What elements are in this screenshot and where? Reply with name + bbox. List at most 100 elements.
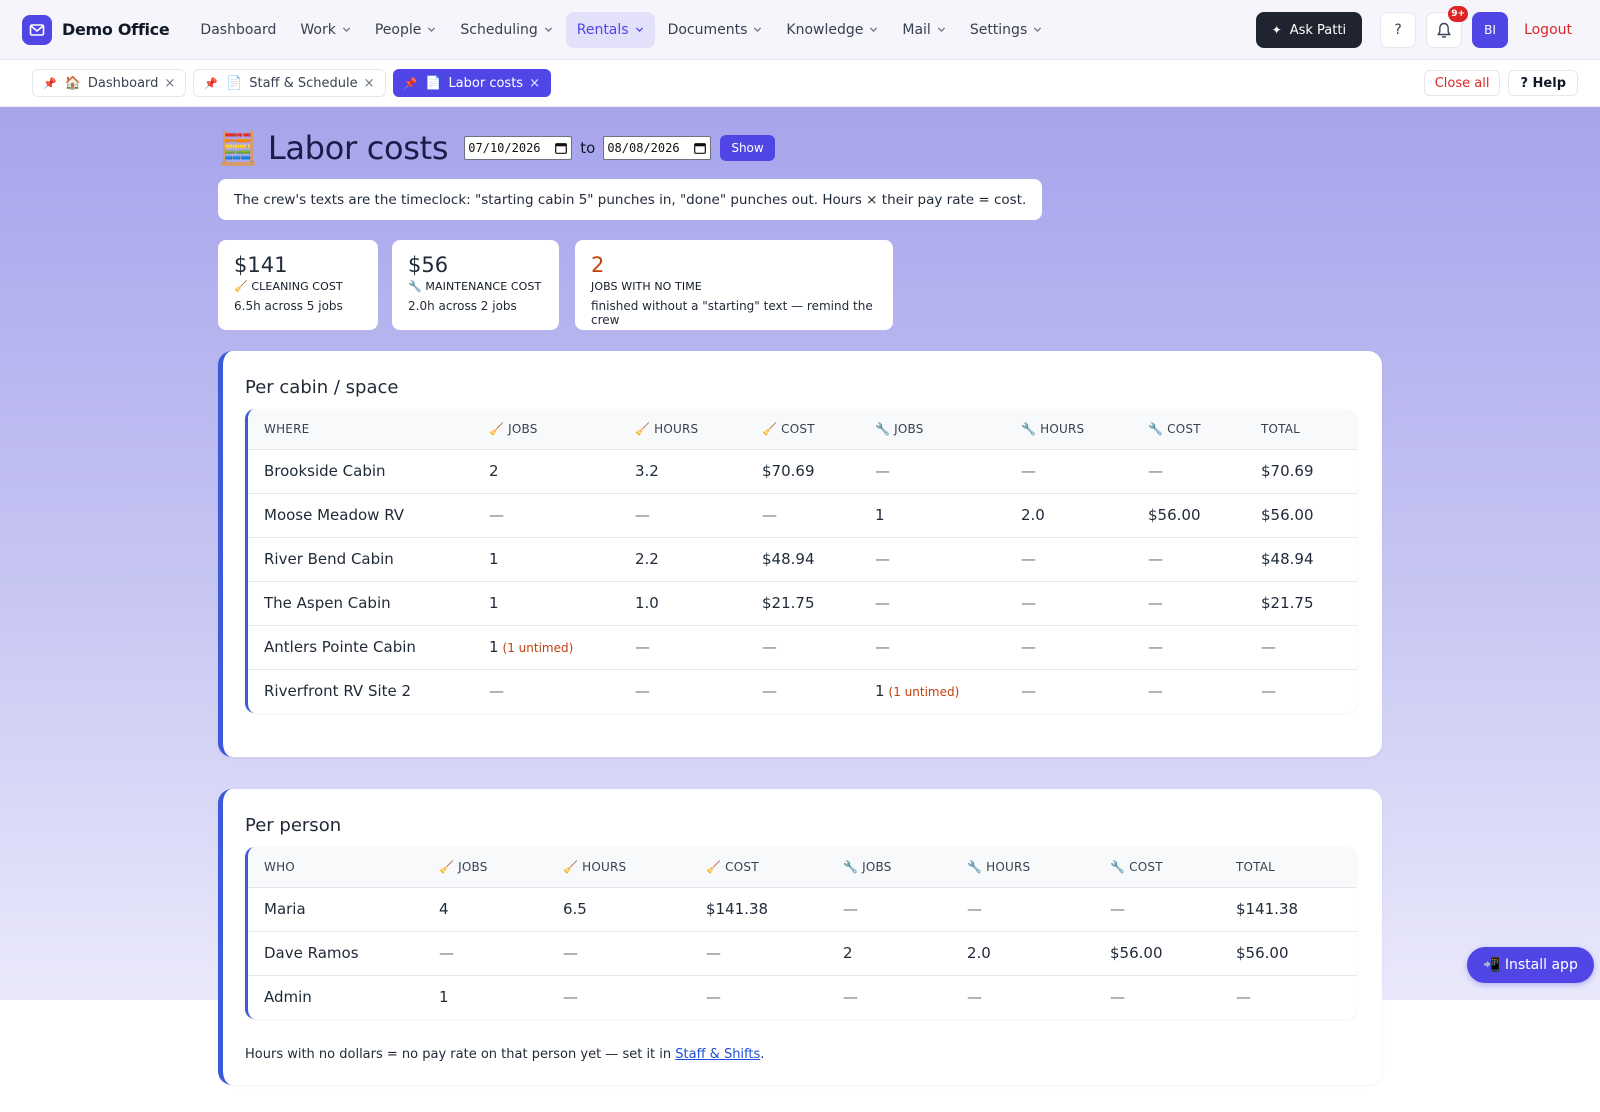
tab-staff-schedule[interactable]: 📌 📄 Staff & Schedule × [193,69,386,97]
table-cell: — [859,449,1005,494]
column-header: TOTAL [1245,409,1357,450]
table-cell: — [746,625,859,670]
column-header: WHERE [248,409,473,450]
column-header: 🔧 HOURS [951,847,1094,888]
table-cell: 1 [423,975,547,1019]
table-cell: — [1132,449,1245,494]
nav-item-scheduling[interactable]: Scheduling [449,12,563,48]
table-cell: $70.69 [746,449,859,494]
cell-value: — [1021,638,1036,656]
chevron-down-icon [635,27,643,33]
nav-item-settings[interactable]: Settings [959,12,1053,48]
table-cell: — [473,669,619,713]
close-all-button[interactable]: Close all [1423,70,1501,96]
table-cell: — [619,669,746,713]
table-cell: — [1005,581,1132,626]
cell-value: — [1021,550,1036,568]
untimed-note: (1 untimed) [502,641,574,655]
cell-value: — [563,944,578,962]
row-name: Riverfront RV Site 2 [264,682,412,701]
table-cell: $48.94 [746,537,859,582]
nav-item-mail[interactable]: Mail [891,12,956,48]
table-cell: — [859,625,1005,670]
table-cell: $21.75 [746,581,859,626]
nav-item-work[interactable]: Work [289,12,361,48]
cell-value: 6.5 [563,900,587,918]
top-nav: Demo Office Dashboard Work People Schedulin… [0,0,1600,60]
table-row: River Bend Cabin 1 2.2 $48.94 — — — $48.94 [248,537,1357,582]
chevron-down-icon [342,27,350,33]
help-icon-button[interactable]: ? [1380,12,1417,48]
table-cell: $48.94 [1245,537,1357,582]
logout-link[interactable]: Logout [1524,22,1572,38]
cell-value: — [563,988,578,1007]
tab-dashboard[interactable]: 📌 🏠 Dashboard × [32,69,187,97]
nav-item-label: People [374,21,422,38]
table-cell: — [1005,669,1132,713]
table-row: Maria 4 6.5 $141.38 — — — $141.38 [248,887,1357,932]
table-cell: — [1132,581,1245,626]
table-cell: River Bend Cabin [248,537,473,582]
cell-value: — [1110,900,1125,918]
stat-label: 🔧 MAINTENANCE COST [408,280,542,293]
per-cabin-title: Per cabin / space [245,377,399,398]
row-name: Moose Meadow RV [264,506,405,524]
stat-value: $56 [408,253,449,277]
ask-patti-button[interactable]: ✦ Ask Patti [1255,12,1363,48]
to-label: to [580,139,596,157]
cell-value: $48.94 [762,550,815,568]
cell-value: 2.0 [1021,506,1045,524]
chevron-down-icon [1034,27,1042,33]
table-row: Moose Meadow RV — — — 1 2.0 $56.00 $56.00 [248,493,1357,538]
cell-value: 4 [439,900,449,918]
untimed-note: (1 untimed) [888,685,960,700]
pin-icon[interactable]: 📌 [404,77,418,90]
tab-bar-actions: Close all ? Help [1423,70,1578,96]
close-icon[interactable]: × [164,76,175,91]
help-button[interactable]: ? Help [1508,70,1578,96]
column-header: WHO [248,847,423,888]
cell-value: $56.00 [1236,944,1289,962]
show-button[interactable]: Show [720,135,775,161]
install-app-button[interactable]: 📲 Install app [1467,947,1594,983]
column-header: TOTAL [1220,847,1357,888]
column-header: 🔧 JOBS [859,409,1005,450]
cell-value: — [1236,988,1251,1007]
pin-icon[interactable]: 📌 [43,77,57,90]
column-header: 🔧 COST [1132,409,1245,450]
stat-value: 2 [591,253,605,277]
staff-shifts-link[interactable]: Staff & Shifts [675,1047,760,1062]
column-header: 🧹 HOURS [619,409,746,450]
cell-value: $56.00 [1148,506,1201,524]
nav-item-knowledge[interactable]: Knowledge [775,12,889,48]
table-body: Maria 4 6.5 $141.38 — — — $141.38 Dave Ramos — — — 2… [248,887,1357,1019]
cell-value: 1.0 [635,594,659,612]
cell-value: — [875,594,890,612]
nav-item-rentals[interactable]: Rentals [565,11,655,48]
stat-label: JOBS WITH NO TIME [591,280,702,293]
date-to-input[interactable]: 08/08/2026 [603,136,712,160]
cell-value: — [875,462,890,480]
nav-item-dashboard[interactable]: Dashboard [189,12,287,48]
date-from-value: 07/10/2026 [468,141,541,155]
per-person-card: Per person WHO 🧹 JOBS 🧹 HOURS 🧹 COST 🔧 JOBS 🔧… [218,789,1382,1085]
notifications-button[interactable]: 9+ [1426,6,1469,48]
row-name: River Bend Cabin [264,550,394,568]
footnote-end: . [760,1047,765,1062]
avatar[interactable]: BI [1472,12,1509,48]
tab-labor-costs[interactable]: 📌 📄 Labor costs × [392,69,551,97]
stat-card-untimed: 2 JOBS WITH NO TIME finished without a "… [575,240,893,330]
cell-value: — [762,682,777,701]
brand[interactable]: Demo Office [22,14,170,45]
cell-value: 1 [489,594,499,612]
close-icon[interactable]: × [364,76,375,91]
table-cell: $56.00 [1220,931,1357,976]
nav-item-people[interactable]: People [364,12,448,48]
pin-icon[interactable]: 📌 [204,77,218,90]
nav-item-documents[interactable]: Documents [657,12,774,48]
table-cell: — [1245,625,1357,670]
heading-row: 🧮 Labor costs 07/10/2026 to 08/08/2026 S… [218,129,775,167]
close-icon[interactable]: × [529,76,540,91]
date-from-input[interactable]: 07/10/2026 [464,136,573,160]
nav-item-label: Work [300,21,336,38]
